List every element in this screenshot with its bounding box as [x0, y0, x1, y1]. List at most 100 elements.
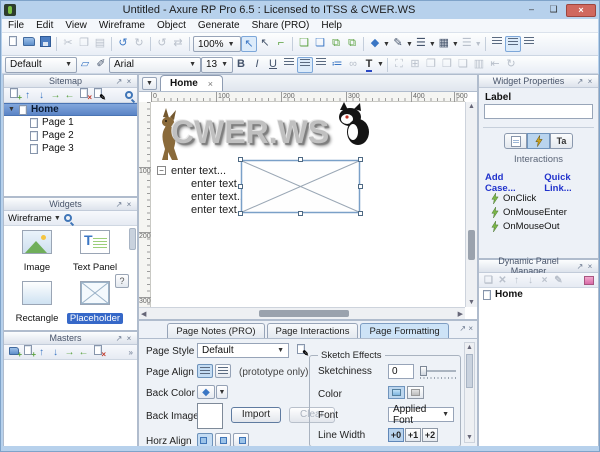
sketchiness-input[interactable]: [388, 364, 414, 379]
close-panel-icon[interactable]: ×: [468, 324, 473, 333]
panel-state-icon[interactable]: [584, 276, 594, 285]
widget-text-panel[interactable]: T Text Panel: [66, 230, 124, 275]
maximize-button[interactable]: ❑: [544, 4, 563, 17]
text-align-right-icon[interactable]: [313, 57, 329, 73]
placeholder-widget-selected[interactable]: [240, 159, 361, 214]
align-top-icon[interactable]: [489, 36, 505, 52]
chevron-down-icon[interactable]: ▼: [452, 41, 459, 48]
menu-view[interactable]: View: [59, 20, 93, 31]
resize-handle[interactable]: [358, 157, 363, 162]
popout-icon[interactable]: ↗: [114, 77, 124, 86]
tab-formatting[interactable]: Ta: [550, 133, 573, 149]
resize-handle[interactable]: [238, 157, 243, 162]
chevron-down-icon[interactable]: ▼: [406, 41, 413, 48]
minimize-button[interactable]: –: [522, 4, 541, 17]
sketch-font-select[interactable]: Applied Font ▼: [388, 407, 454, 422]
scrollbar-thumb[interactable]: [259, 310, 349, 317]
underline-button[interactable]: U: [265, 57, 281, 73]
resize-handle[interactable]: [358, 184, 363, 189]
open-file-icon[interactable]: [21, 36, 37, 52]
widget-label-input[interactable]: [484, 104, 593, 119]
text-align-left-icon[interactable]: [281, 57, 297, 73]
menu-share[interactable]: Share (PRO): [246, 20, 316, 31]
tab-annotations[interactable]: [504, 133, 527, 149]
select-contained-icon[interactable]: ↖: [257, 36, 273, 52]
widget-help-badge[interactable]: ?: [115, 274, 129, 288]
popout-icon[interactable]: ↗: [114, 334, 124, 343]
sitemap-item-home[interactable]: ▼ Home: [4, 103, 137, 116]
canvas-vertical-scrollbar[interactable]: ▲ ▼: [465, 102, 477, 307]
close-tab-icon[interactable]: ×: [208, 79, 213, 89]
scroll-up-icon[interactable]: ▲: [465, 344, 474, 351]
add-page-icon[interactable]: +: [8, 88, 19, 102]
tab-page-formatting[interactable]: Page Formatting: [360, 323, 448, 338]
widget-image[interactable]: Image: [8, 230, 66, 275]
quick-link[interactable]: Quick Link...: [544, 172, 598, 194]
slider-thumb[interactable]: [420, 366, 427, 376]
resize-handle[interactable]: [238, 211, 243, 216]
outdent-icon[interactable]: ←: [78, 346, 89, 359]
close-panel-icon[interactable]: ×: [124, 77, 134, 86]
close-panel-icon[interactable]: ×: [124, 200, 134, 209]
undo-icon[interactable]: ↺: [115, 36, 131, 52]
collapse-icon[interactable]: −: [157, 166, 166, 175]
align-bottom-icon[interactable]: [521, 36, 537, 52]
color-mode-color-button[interactable]: [388, 386, 405, 399]
search-icon[interactable]: [125, 91, 133, 99]
menu-wireframe[interactable]: Wireframe: [93, 20, 151, 31]
text-align-center-icon[interactable]: [297, 57, 313, 73]
overflow-chevron-icon[interactable]: »: [129, 348, 133, 357]
chevron-down-icon[interactable]: ▼: [429, 41, 436, 48]
event-onmouseout[interactable]: OnMouseOut: [491, 220, 560, 233]
tab-interactions[interactable]: [527, 133, 550, 149]
bullet-list-icon[interactable]: ≔: [329, 57, 345, 73]
sitemap-item-page1[interactable]: Page 1: [4, 116, 137, 129]
sitemap-item-page3[interactable]: Page 3: [4, 142, 137, 155]
chevron-down-icon[interactable]: ▼: [475, 41, 482, 48]
wireframe-page[interactable]: CWER.WS − enter text... enter text...: [151, 102, 465, 307]
page-panel-scrollbar[interactable]: ▲ ▼: [464, 342, 475, 443]
format-painter-icon[interactable]: ✐: [93, 57, 109, 73]
line-width-icon[interactable]: ☰: [413, 36, 429, 52]
history-forward-icon[interactable]: ⇄: [170, 36, 186, 52]
indent-icon[interactable]: →: [64, 346, 75, 359]
line-width-plus0-button[interactable]: +0: [388, 428, 404, 442]
event-onmouseenter[interactable]: OnMouseEnter: [491, 206, 567, 219]
scroll-right-icon[interactable]: ▶: [458, 310, 463, 318]
widget-category-select[interactable]: Wireframe ▼: [8, 213, 61, 224]
line-color-icon[interactable]: ✎: [390, 36, 406, 52]
history-back-icon[interactable]: ↺: [154, 36, 170, 52]
send-back-icon[interactable]: ⧉: [344, 36, 360, 52]
chevron-down-icon[interactable]: ▼: [377, 61, 384, 68]
paste-icon[interactable]: ▤: [92, 36, 108, 52]
hyperlink-icon[interactable]: ∞: [345, 57, 361, 73]
arrow-style-icon[interactable]: ☰: [459, 36, 475, 52]
move-down-icon[interactable]: ↓: [36, 89, 47, 102]
search-icon[interactable]: [64, 214, 72, 222]
style-select[interactable]: Default ▼: [5, 57, 77, 73]
menu-file[interactable]: File: [2, 20, 30, 31]
horz-align-center-button[interactable]: [215, 433, 231, 446]
font-size-select[interactable]: 13 ▼: [201, 57, 233, 73]
expand-triangle-icon[interactable]: ▼: [8, 106, 15, 113]
move-up-icon[interactable]: ↑: [36, 346, 47, 359]
move-down-icon[interactable]: ↓: [50, 346, 61, 359]
widget-rectangle[interactable]: Rectangle: [8, 281, 66, 326]
add-folder-icon[interactable]: +: [8, 346, 19, 359]
edit-page-icon[interactable]: ✎: [92, 88, 103, 102]
cut-icon[interactable]: ✂: [60, 36, 76, 52]
bold-button[interactable]: B: [233, 57, 249, 73]
page-align-left-button[interactable]: [197, 364, 213, 378]
popout-icon[interactable]: ↗: [575, 262, 585, 271]
canvas-horizontal-scrollbar[interactable]: ◀ ▶: [139, 307, 465, 319]
add-case-link[interactable]: Add Case...: [485, 172, 534, 194]
bring-front-icon[interactable]: ⧉: [328, 36, 344, 52]
tab-list-dropdown[interactable]: ▼: [142, 77, 157, 90]
new-file-icon[interactable]: [5, 36, 21, 52]
borders-icon[interactable]: ▦: [436, 36, 452, 52]
redo-icon[interactable]: ↻: [131, 36, 147, 52]
sitemap-item-page2[interactable]: Page 2: [4, 129, 137, 142]
italic-button[interactable]: I: [249, 57, 265, 73]
tab-page-notes[interactable]: Page Notes (PRO): [167, 323, 264, 338]
scroll-up-icon[interactable]: ▲: [466, 103, 477, 110]
